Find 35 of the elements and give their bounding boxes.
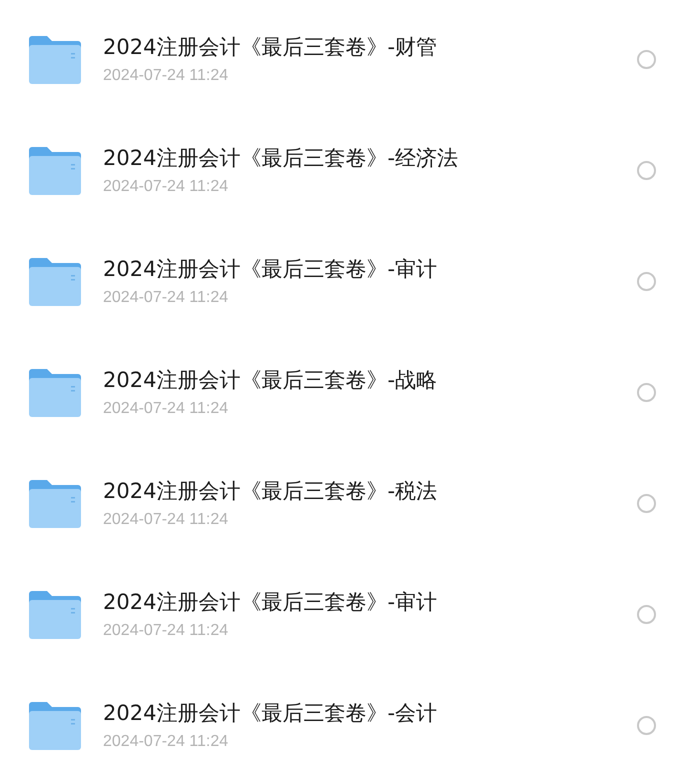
file-row[interactable]: 2024注册会计《最后三套卷》-审计 2024-07-24 11:24 <box>0 559 690 670</box>
file-name: 2024注册会计《最后三套卷》-审计 <box>103 256 438 283</box>
file-row[interactable]: 2024注册会计《最后三套卷》-经济法 2024-07-24 11:24 <box>0 115 690 226</box>
file-name: 2024注册会计《最后三套卷》-税法 <box>103 478 438 505</box>
select-radio[interactable] <box>637 272 656 291</box>
file-row[interactable]: 2024注册会计《最后三套卷》-财管 2024-07-24 11:24 <box>0 4 690 115</box>
file-name: 2024注册会计《最后三套卷》-审计 <box>103 589 438 616</box>
file-date: 2024-07-24 11:24 <box>103 621 230 641</box>
file-date: 2024-07-24 11:24 <box>103 66 230 86</box>
select-radio[interactable] <box>637 383 656 402</box>
folder-icon <box>27 368 83 418</box>
file-name: 2024注册会计《最后三套卷》-战略 <box>103 367 438 394</box>
folder-icon <box>27 478 83 528</box>
folder-icon <box>27 590 83 640</box>
file-row[interactable]: 2024注册会计《最后三套卷》-战略 2024-07-24 11:24 <box>0 337 690 448</box>
file-row[interactable]: 2024注册会计《最后三套卷》-审计 2024-07-24 11:24 <box>0 226 690 337</box>
file-date: 2024-07-24 11:24 <box>103 177 230 197</box>
file-row[interactable]: 2024注册会计《最后三套卷》-税法 2024-07-24 11:24 <box>0 448 690 559</box>
select-radio[interactable] <box>637 494 656 513</box>
select-radio[interactable] <box>637 716 656 735</box>
file-date: 2024-07-24 11:24 <box>103 510 230 530</box>
file-row[interactable]: 2024注册会计《最后三套卷》-会计 2024-07-24 11:24 <box>0 670 690 781</box>
select-radio[interactable] <box>637 50 656 69</box>
file-date: 2024-07-24 11:24 <box>103 732 230 752</box>
folder-icon <box>27 146 83 196</box>
file-date: 2024-07-24 11:24 <box>103 399 230 419</box>
file-name: 2024注册会计《最后三套卷》-经济法 <box>103 145 460 172</box>
select-radio[interactable] <box>637 161 656 180</box>
select-radio[interactable] <box>637 605 656 624</box>
file-date: 2024-07-24 11:24 <box>103 288 230 308</box>
folder-icon <box>27 700 83 750</box>
folder-icon <box>27 256 83 306</box>
file-name: 2024注册会计《最后三套卷》-会计 <box>103 700 438 727</box>
folder-icon <box>27 34 83 84</box>
file-name: 2024注册会计《最后三套卷》-财管 <box>103 34 438 61</box>
